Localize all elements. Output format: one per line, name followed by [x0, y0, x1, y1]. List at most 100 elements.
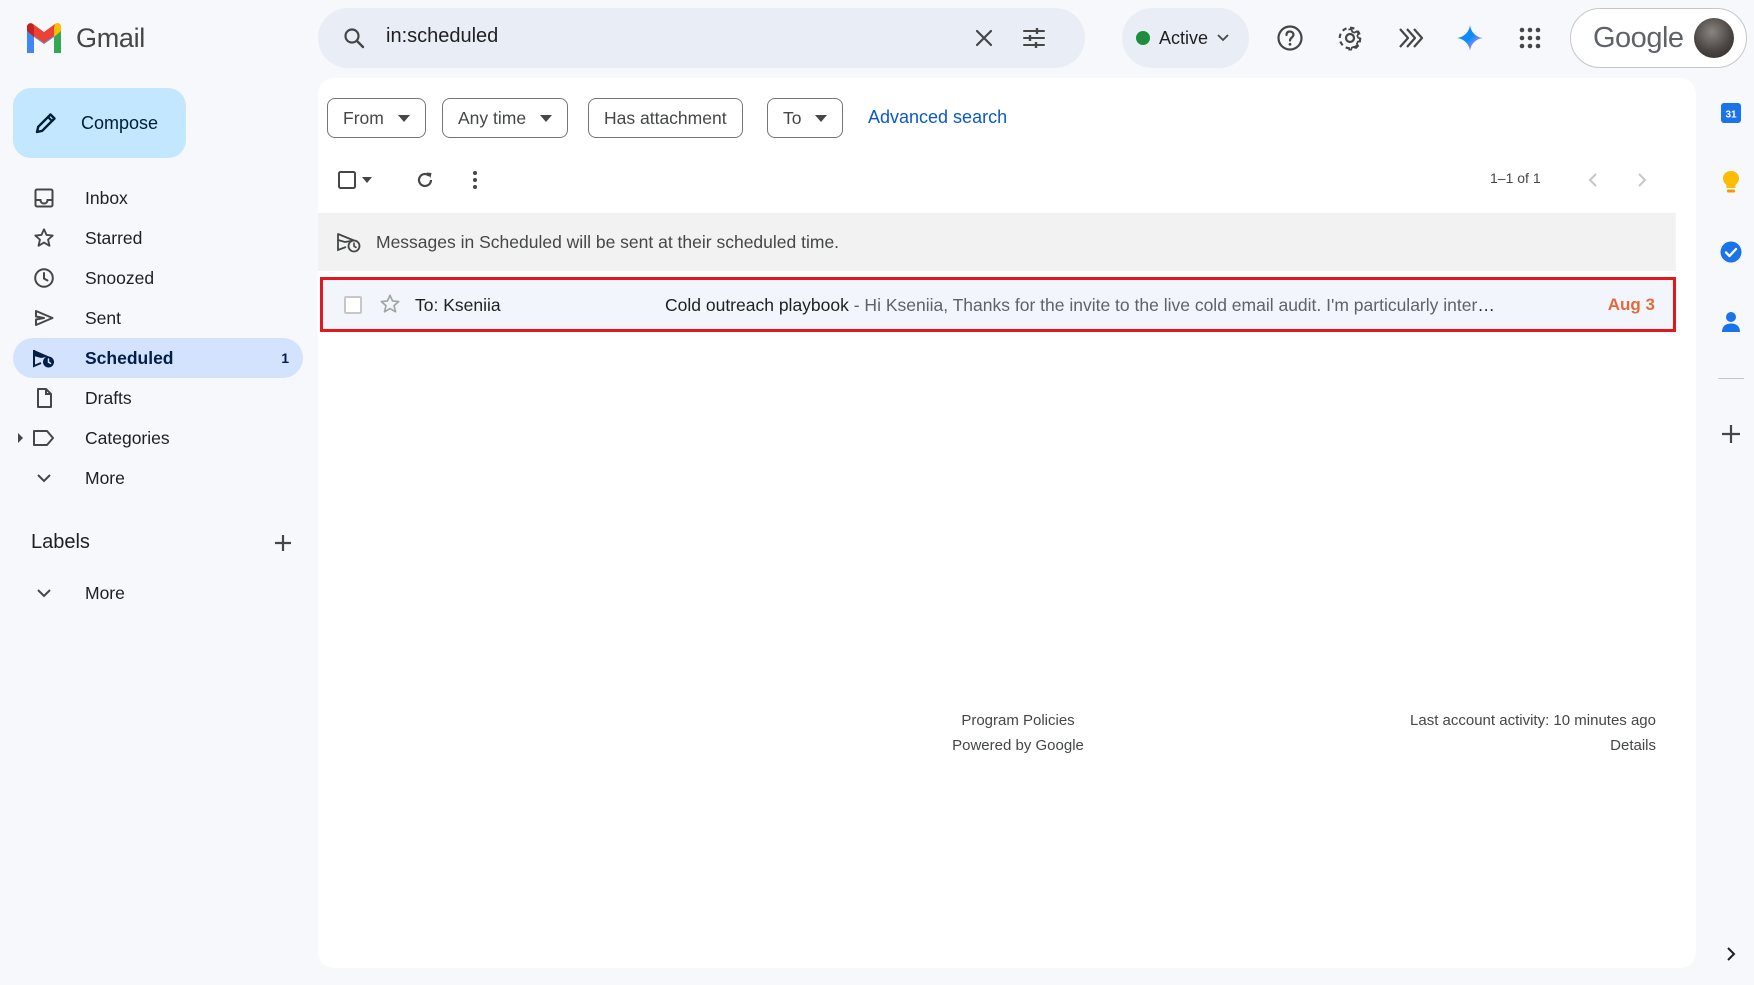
- google-apps-grid-icon[interactable]: [1510, 18, 1550, 58]
- send-icon: [31, 305, 57, 331]
- row-select-checkbox[interactable]: [344, 296, 362, 314]
- powered-by-text: Powered by Google: [952, 737, 1084, 754]
- settings-gear-icon[interactable]: [1330, 18, 1370, 58]
- sidebar-item-scheduled[interactable]: Scheduled 1: [13, 338, 303, 378]
- get-addons-plus-icon[interactable]: [1712, 415, 1750, 453]
- avatar: [1693, 18, 1734, 58]
- status-label: Active: [1159, 27, 1209, 48]
- sidebar-item-label: Snoozed: [85, 267, 155, 288]
- keep-icon[interactable]: [1712, 163, 1750, 201]
- unread-count-badge: 1: [281, 350, 289, 366]
- chip-label: Has attachment: [604, 107, 727, 128]
- inbox-icon: [31, 185, 57, 211]
- dropdown-caret-icon: [397, 114, 410, 122]
- labels-more-label: More: [85, 582, 125, 603]
- sidebar-nav: Inbox Starred Snoozed Sent Scheduled 1 D…: [13, 178, 303, 498]
- expand-caret-icon[interactable]: [17, 432, 25, 444]
- filter-any-time-chip[interactable]: Any time: [442, 98, 569, 138]
- gmail-m-icon: [27, 23, 61, 53]
- star-icon: [31, 225, 57, 251]
- pagination-range: 1–1 of 1: [1490, 170, 1541, 186]
- row-star-icon[interactable]: [379, 293, 401, 315]
- add-label-plus-icon[interactable]: [273, 533, 293, 553]
- scheduled-send-icon: [337, 233, 361, 253]
- gemini-sparkle-icon[interactable]: [1450, 18, 1490, 58]
- search-bar[interactable]: in:scheduled: [318, 8, 1085, 68]
- checkbox-icon: [338, 171, 356, 189]
- table-row[interactable]: To: Kseniia Cold outreach playbook - Hi …: [320, 277, 1676, 332]
- contacts-icon[interactable]: [1712, 303, 1750, 341]
- sidebar-item-snoozed[interactable]: Snoozed: [13, 258, 303, 298]
- chip-label: To: [783, 107, 802, 128]
- expand-side-panel-chevron-right-icon[interactable]: [1712, 935, 1750, 973]
- calendar-day: 31: [1725, 110, 1737, 121]
- message-subject: Cold outreach playbook: [665, 295, 849, 315]
- compose-label: Compose: [81, 112, 159, 133]
- chevron-down-icon: [31, 465, 57, 491]
- banner-text: Messages in Scheduled will be sent at th…: [376, 231, 840, 252]
- footer-links: Program Policies Powered by Google: [918, 708, 1118, 758]
- sidebar-item-inbox[interactable]: Inbox: [13, 178, 303, 218]
- chevron-down-icon: [1217, 34, 1229, 42]
- sidebar-item-label: Drafts: [85, 387, 132, 408]
- message-snippet: Cold outreach playbook - Hi Kseniia, Tha…: [665, 295, 1495, 316]
- labels-more-item[interactable]: More: [13, 573, 303, 613]
- clear-search-icon[interactable]: [968, 22, 1000, 54]
- message-recipient: To: Kseniia: [415, 295, 501, 315]
- message-date: Aug 3: [1607, 295, 1655, 314]
- sidebar-item-label: Starred: [85, 227, 143, 248]
- labels-section-header: Labels: [31, 531, 293, 554]
- chip-label: From: [343, 107, 384, 128]
- scheduled-info-banner: Messages in Scheduled will be sent at th…: [318, 213, 1676, 271]
- calendar-icon[interactable]: 31: [1712, 94, 1750, 132]
- sidebar-item-label: More: [85, 467, 125, 488]
- search-input[interactable]: in:scheduled: [386, 25, 498, 48]
- account-activity: Last account activity: 10 minutes ago De…: [1410, 708, 1656, 758]
- dropdown-caret-icon: [540, 114, 553, 122]
- active-status-dot: [1136, 31, 1150, 45]
- mail-list-panel: From Any time Has attachment To Advanced…: [318, 78, 1696, 968]
- refresh-icon[interactable]: [405, 160, 445, 200]
- chevron-down-icon: [31, 580, 57, 606]
- search-icon[interactable]: [338, 22, 370, 54]
- filter-to-chip[interactable]: To: [767, 98, 844, 138]
- sidebar-item-label: Inbox: [85, 187, 128, 208]
- activity-details-link[interactable]: Details: [1410, 733, 1656, 758]
- labels-more-section: More: [13, 573, 303, 613]
- compose-button[interactable]: Compose: [13, 88, 186, 158]
- gmail-logo[interactable]: Gmail: [24, 18, 145, 58]
- sidebar-item-label: Categories: [85, 427, 170, 448]
- message-preview: - Hi Kseniia, Thanks for the invite to t…: [848, 295, 1495, 315]
- tasks-icon[interactable]: [1712, 233, 1750, 271]
- dropdown-caret-icon: [362, 177, 372, 183]
- labels-heading: Labels: [31, 531, 90, 553]
- search-options-icon[interactable]: [1018, 22, 1050, 54]
- newer-page-chevron-right-icon[interactable]: [1622, 160, 1662, 200]
- sidebar-item-more[interactable]: More: [13, 458, 303, 498]
- sidebar-item-sent[interactable]: Sent: [13, 298, 303, 338]
- app-name: Gmail: [76, 22, 146, 53]
- select-all-checkbox[interactable]: [330, 160, 380, 200]
- last-activity-text: Last account activity: 10 minutes ago: [1410, 712, 1656, 729]
- sidebar-item-starred[interactable]: Starred: [13, 218, 303, 258]
- older-page-chevron-left-icon[interactable]: [1573, 160, 1613, 200]
- rail-divider: [1718, 378, 1744, 379]
- help-icon[interactable]: [1270, 18, 1310, 58]
- sidebar-item-label: Scheduled: [85, 347, 174, 368]
- filter-has-attachment-chip[interactable]: Has attachment: [588, 98, 743, 138]
- label-icon: [31, 425, 57, 451]
- sidebar-item-label: Sent: [85, 307, 121, 328]
- pencil-icon: [35, 113, 56, 134]
- draft-icon: [31, 385, 57, 411]
- advanced-search-link[interactable]: Advanced search: [868, 107, 1007, 128]
- chip-label: Any time: [458, 107, 527, 128]
- apps-script-icon[interactable]: [1390, 18, 1430, 58]
- status-selector[interactable]: Active: [1122, 8, 1249, 68]
- more-options-vertical-icon[interactable]: [455, 160, 495, 200]
- sidebar-item-categories[interactable]: Categories: [13, 418, 303, 458]
- program-policies-link[interactable]: Program Policies: [918, 708, 1118, 733]
- scheduled-send-icon: [31, 345, 57, 371]
- filter-from-chip[interactable]: From: [327, 98, 426, 138]
- account-switcher[interactable]: Google: [1570, 8, 1747, 68]
- sidebar-item-drafts[interactable]: Drafts: [13, 378, 303, 418]
